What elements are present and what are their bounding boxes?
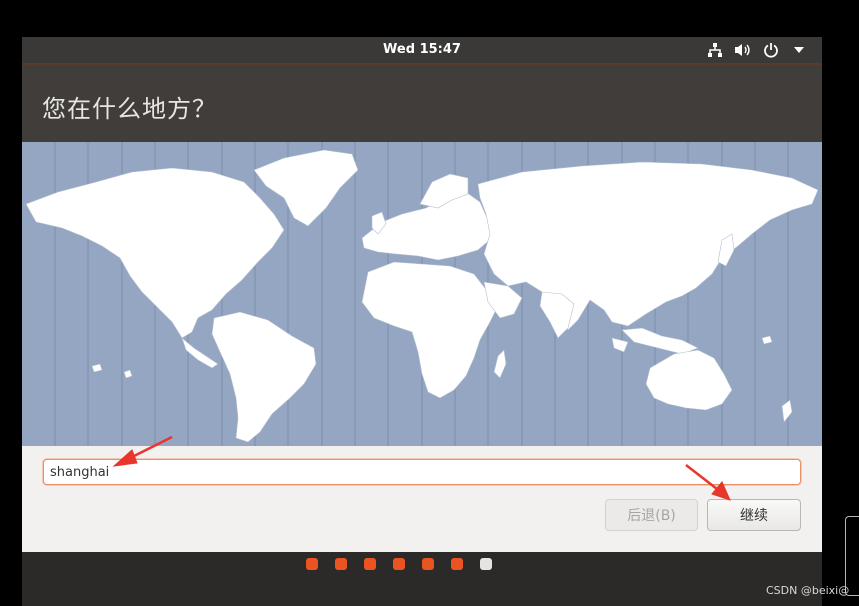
progress-dot [393, 558, 405, 570]
location-panel: 后退(B) 继续 [22, 446, 822, 552]
watermark: CSDN @beixi@ [766, 584, 850, 597]
page-title: 您在什么地方？ [42, 95, 217, 123]
progress-dot [422, 558, 434, 570]
page-header: 您在什么地方？ [22, 65, 822, 142]
progress-dot [335, 558, 347, 570]
world-map[interactable] [22, 142, 822, 446]
network-icon[interactable] [706, 41, 724, 59]
progress-dot-current [480, 558, 492, 570]
progress-dot [364, 558, 376, 570]
top-bar: Wed 15:47 [22, 37, 822, 63]
south-america [211, 311, 317, 443]
back-button[interactable]: 后退(B) [605, 499, 698, 531]
location-input[interactable] [43, 459, 801, 485]
central-america [181, 337, 219, 369]
progress-dots [306, 558, 492, 570]
power-icon[interactable] [762, 41, 780, 59]
chevron-down-icon[interactable] [790, 41, 808, 59]
continue-button[interactable]: 继续 [707, 499, 801, 531]
clock[interactable]: Wed 15:47 [22, 42, 822, 57]
timezone-map[interactable] [22, 142, 822, 446]
new-zealand [781, 399, 793, 423]
southeast-asia [621, 327, 699, 355]
progress-dot [451, 558, 463, 570]
system-tray[interactable] [706, 41, 808, 59]
asia [477, 161, 819, 331]
madagascar [493, 349, 507, 379]
installer-window: Wed 15:47 您在什么地方？ shanghai 后退(B) 继续 [22, 37, 822, 606]
africa [361, 261, 499, 399]
indonesia [611, 337, 629, 353]
progress-dot [306, 558, 318, 570]
volume-icon[interactable] [734, 41, 752, 59]
australia [645, 349, 733, 411]
